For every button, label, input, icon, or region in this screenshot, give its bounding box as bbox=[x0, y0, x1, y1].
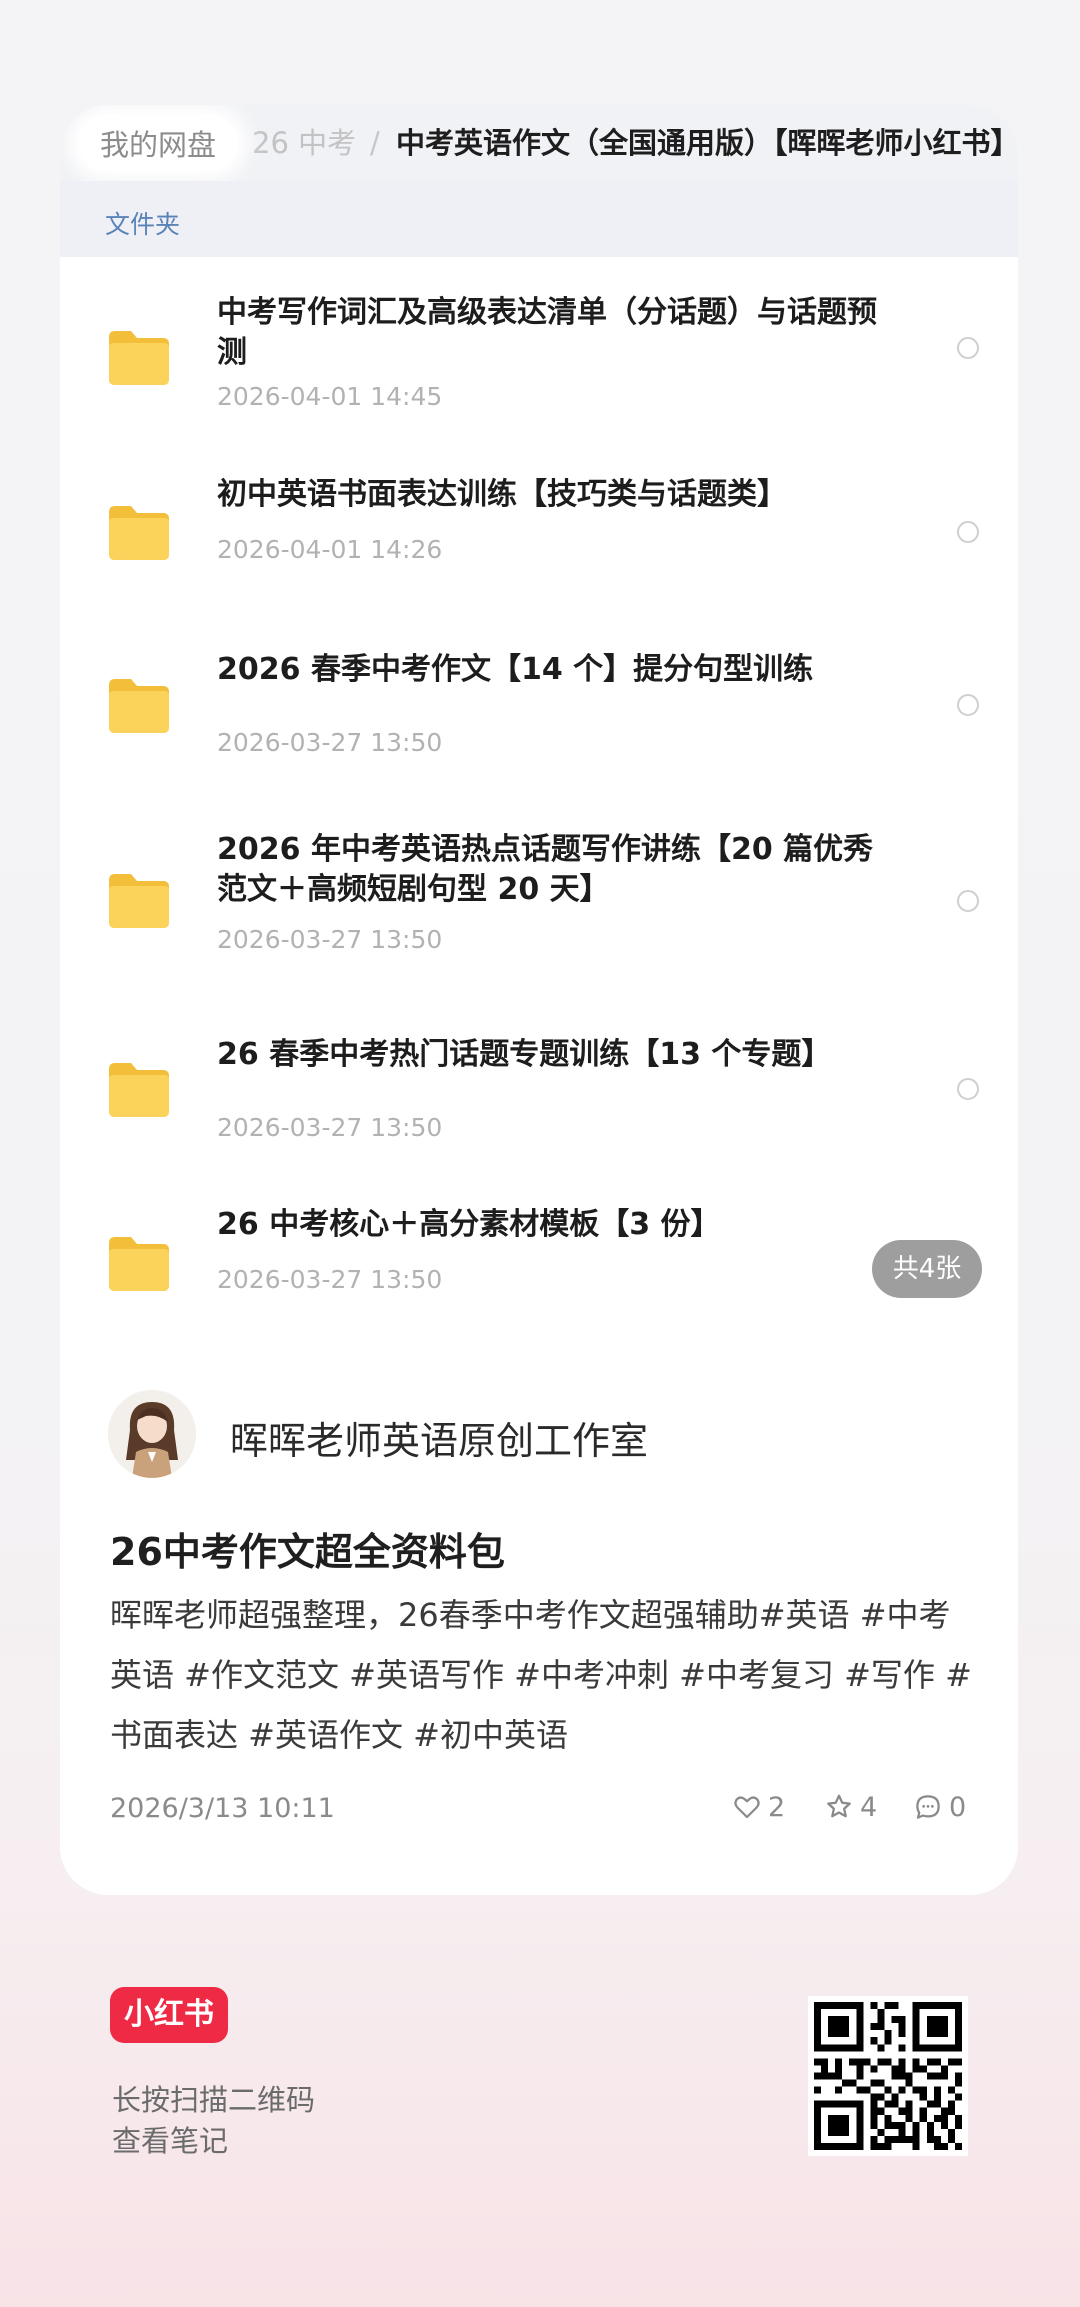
scan-instruction: 长按扫描二维码 bbox=[112, 2083, 316, 2117]
radio-circle-icon[interactable] bbox=[957, 337, 979, 359]
folder-icon bbox=[109, 1063, 169, 1117]
comment-icon bbox=[916, 1795, 940, 1819]
folder-icon bbox=[109, 331, 169, 385]
radio-circle-icon[interactable] bbox=[957, 1078, 979, 1100]
radio-circle-icon[interactable] bbox=[957, 694, 979, 716]
folder-row[interactable]: 2026 年中考英语热点话题写作讲练【20 篇优秀范文＋高频短剧句型 20 天】… bbox=[60, 830, 1018, 960]
folder-row[interactable]: 26 春季中考热门话题专题训练【13 个专题】 2026-03-27 13:50 bbox=[60, 1035, 1018, 1145]
radio-circle-icon[interactable] bbox=[957, 890, 979, 912]
folder-icon bbox=[109, 679, 169, 733]
breadcrumb-current-folder: 中考英语作文（全国通用版）【晖晖老师小红书】 bbox=[396, 126, 1018, 160]
like-count: 2 bbox=[768, 1791, 786, 1823]
folder-row[interactable]: 2026 春季中考作文【14 个】提分句型训练 2026-03-27 13:50 bbox=[60, 650, 1018, 760]
breadcrumb-separator: / bbox=[370, 126, 380, 160]
folder-row[interactable]: 中考写作词汇及高级表达清单（分话题）与话题预测 2026-04-01 14:45 bbox=[60, 285, 1018, 411]
favorite-count: 4 bbox=[860, 1791, 878, 1823]
post-title: 26中考作文超全资料包 bbox=[110, 1530, 505, 1574]
post-date: 2026/3/13 10:11 bbox=[110, 1793, 335, 1824]
folder-section-header: 文件夹 bbox=[60, 181, 1018, 257]
breadcrumb: 26 中考 / 中考英语作文（全国通用版）【晖晖老师小红书】 我的网盘 bbox=[60, 105, 1018, 181]
folder-icon bbox=[109, 506, 169, 560]
favorite-button[interactable]: 4 bbox=[824, 1787, 877, 1827]
folder-date: 2026-03-27 13:50 bbox=[217, 728, 443, 757]
qr-code-icon bbox=[814, 2002, 962, 2150]
folder-title: 2026 春季中考作文【14 个】提分句型训练 bbox=[217, 652, 814, 687]
post-body: 晖晖老师超强整理，26春季中考作文超强辅助#英语 #中考英语 #作文范文 #英语… bbox=[110, 1596, 972, 1754]
comment-count: 0 bbox=[949, 1791, 967, 1823]
folder-row[interactable]: 初中英语书面表达训练【技巧类与话题类】 2026-04-01 14:26 bbox=[60, 475, 1018, 575]
avatar[interactable] bbox=[108, 1390, 196, 1478]
folder-date: 2026-03-27 13:50 bbox=[217, 925, 443, 954]
folder-title: 26 中考核心＋高分素材模板【3 份】 bbox=[217, 1207, 721, 1242]
author-name[interactable]: 晖晖老师英语原创工作室 bbox=[230, 1410, 648, 1465]
xiaohongshu-logo: 小红书 bbox=[110, 1987, 228, 2043]
folder-date: 2026-04-01 14:26 bbox=[217, 535, 443, 564]
folder-date: 2026-03-27 13:50 bbox=[217, 1113, 443, 1142]
avatar-illustration bbox=[108, 1390, 196, 1478]
breadcrumb-item-26-zhongkao[interactable]: 26 中考 bbox=[252, 105, 356, 181]
breadcrumb-root-label: 我的网盘 bbox=[100, 128, 217, 162]
folder-date: 2026-04-01 14:45 bbox=[217, 382, 443, 411]
folder-icon bbox=[109, 1237, 169, 1291]
folder-title: 2026 年中考英语热点话题写作讲练【20 篇优秀范文＋高频短剧句型 20 天】 bbox=[217, 832, 874, 907]
folder-date: 2026-03-27 13:50 bbox=[217, 1265, 443, 1294]
folder-section-label: 文件夹 bbox=[105, 210, 181, 239]
image-count-badge: 共4张 bbox=[872, 1240, 982, 1298]
folder-title: 初中英语书面表达训练【技巧类与话题类】 bbox=[217, 477, 787, 512]
star-icon bbox=[827, 1794, 851, 1818]
comment-button[interactable]: 0 bbox=[913, 1787, 966, 1827]
heart-icon bbox=[734, 1796, 760, 1819]
breadcrumb-root-my-drive[interactable]: 我的网盘 bbox=[78, 115, 239, 171]
like-button[interactable]: 2 bbox=[732, 1787, 785, 1827]
radio-circle-icon[interactable] bbox=[957, 521, 979, 543]
folder-title: 中考写作词汇及高级表达清单（分话题）与话题预测 bbox=[217, 295, 877, 370]
post-card: 26 中考 / 中考英语作文（全国通用版）【晖晖老师小红书】 我的网盘 文件夹 … bbox=[60, 105, 1018, 1895]
folder-title: 26 春季中考热门话题专题训练【13 个专题】 bbox=[217, 1037, 832, 1072]
folder-icon bbox=[109, 874, 169, 928]
qr-code[interactable] bbox=[808, 1996, 968, 2156]
view-note-text: 查看笔记 bbox=[112, 2124, 229, 2158]
